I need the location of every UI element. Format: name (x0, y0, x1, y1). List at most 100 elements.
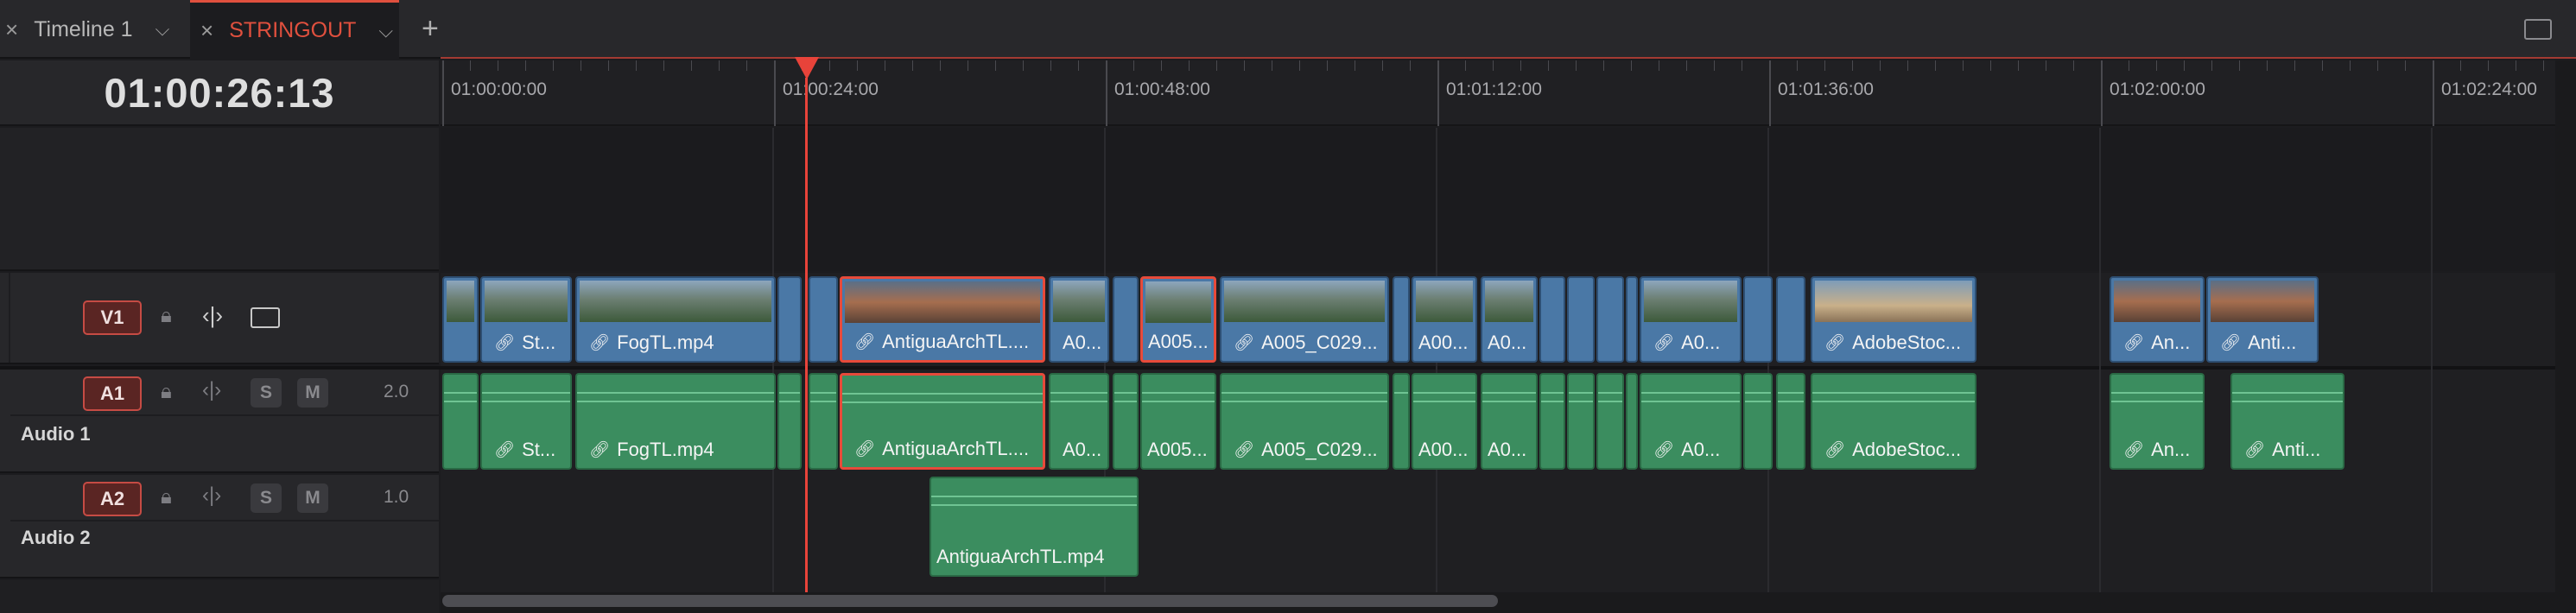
clip-thumbnail (1145, 281, 1211, 323)
ruler-minor-tick (1465, 60, 1466, 71)
lane-a2[interactable] (441, 475, 2557, 592)
clip-thumbnail (1485, 281, 1533, 322)
ruler-label: 01:01:36:00 (1778, 79, 1874, 99)
timeline-empty-track-area[interactable] (441, 128, 2557, 271)
audio-clip[interactable] (1567, 373, 1595, 470)
video-clip[interactable] (1743, 276, 1773, 363)
video-clip[interactable] (777, 276, 802, 363)
audio-clip[interactable]: 🔗︎ A0... (1640, 373, 1742, 470)
clip-label: 🔗︎ A0... (1653, 332, 1721, 353)
track-badge-a2[interactable]: A2 (83, 482, 142, 516)
chevron-down-icon[interactable]: ⌵ (378, 20, 393, 42)
horizontal-scrollbar-thumb[interactable] (442, 595, 1498, 607)
ruler-minor-tick (1963, 60, 1964, 71)
solo-button[interactable]: S (251, 483, 282, 513)
audio-clip[interactable]: 🔗︎ Anti... (2230, 373, 2344, 470)
ruler-minor-tick (2488, 60, 2489, 71)
grid-line (2431, 128, 2433, 592)
clip-label: 🔗︎ An... (2123, 439, 2191, 460)
audio-clip[interactable] (1776, 373, 1805, 470)
video-clip[interactable] (1113, 276, 1139, 363)
audio-clip[interactable] (1743, 373, 1773, 470)
video-clip[interactable]: A0... (1481, 276, 1538, 363)
video-clip[interactable]: 🔗︎ AdobeStoc... (1811, 276, 1976, 363)
ruler-minor-tick (1631, 60, 1632, 71)
track-name[interactable]: Audio 1 (21, 423, 91, 446)
ruler-major-tick (774, 60, 776, 126)
close-icon[interactable]: × (200, 17, 213, 44)
auto-select-icon[interactable]: ‹|› (202, 378, 221, 402)
video-clip[interactable]: 🔗︎ A005_C029... (1220, 276, 1389, 363)
timeline-ruler[interactable]: 01:00:00:00 01:00:24:00 01:00:48:00 01:0… (441, 60, 2576, 126)
track-badge-a1[interactable]: A1 (83, 376, 142, 411)
ruler-major-tick (2101, 60, 2103, 126)
solo-button[interactable]: S (251, 378, 282, 408)
ruler-major-tick (1769, 60, 1771, 126)
audio-clip[interactable] (1539, 373, 1565, 470)
ruler-label: 01:00:48:00 (1114, 79, 1210, 99)
video-clip[interactable]: 🔗︎ A0... (1640, 276, 1742, 363)
playhead-line[interactable] (805, 78, 808, 592)
tab-stringout[interactable]: × STRINGOUT ⌵ (190, 0, 399, 59)
film-strip-icon[interactable] (251, 307, 280, 328)
link-icon: 🔗︎ (854, 333, 876, 351)
video-clip-selected[interactable]: 🔗︎ AntiguaArchTL.... (840, 276, 1045, 363)
clip-thumbnail (1053, 281, 1105, 322)
video-clip[interactable]: 🔗︎ An... (2110, 276, 2205, 363)
ruler-minor-tick (1907, 60, 1908, 71)
track-header-v1[interactable]: V1 🔒︎ ‹|› (0, 273, 439, 364)
auto-select-icon[interactable]: ‹|› (202, 302, 223, 329)
audio-clip[interactable] (809, 373, 838, 470)
audio-clip[interactable]: 🔗︎ FogTL.mp4 (575, 373, 776, 470)
close-icon[interactable]: × (5, 16, 18, 43)
video-clip[interactable] (1626, 276, 1638, 363)
video-clip[interactable] (1567, 276, 1595, 363)
audio-clip[interactable]: A005... (1140, 373, 1216, 470)
audio-clip[interactable]: A0... (1049, 373, 1109, 470)
audio-clip[interactable]: 🔗︎ AdobeStoc... (1811, 373, 1976, 470)
audio-clip[interactable] (1393, 373, 1410, 470)
audio-clip[interactable]: 🔗︎ St... (480, 373, 572, 470)
video-clip[interactable] (1776, 276, 1805, 363)
track-badge-v1[interactable]: V1 (83, 300, 142, 335)
video-clip[interactable]: A0... (1049, 276, 1109, 363)
audio-clip-selected[interactable]: 🔗︎ AntiguaArchTL.... (840, 373, 1045, 470)
mute-button[interactable]: M (297, 378, 328, 408)
playhead-handle[interactable] (795, 57, 819, 79)
audio-clip[interactable] (1626, 373, 1638, 470)
track-header-a2[interactable]: A2 🔒︎ ‹|› S M 1.0 Audio 2 (0, 475, 439, 578)
audio-clip[interactable]: 🔗︎ An... (2110, 373, 2205, 470)
audio-clip[interactable] (442, 373, 479, 470)
clip-thumbnail (485, 281, 568, 322)
audio-clip[interactable] (777, 373, 802, 470)
lock-icon[interactable]: 🔒︎ (161, 485, 172, 509)
chevron-down-icon[interactable]: ⌵ (155, 18, 170, 41)
video-clip[interactable] (1539, 276, 1565, 363)
add-tab-button[interactable]: + (422, 12, 439, 46)
vertical-scrollbar[interactable] (2555, 60, 2576, 592)
video-clip-selected[interactable]: A005... (1140, 276, 1216, 363)
video-clip[interactable]: 🔗︎ Anti... (2206, 276, 2319, 363)
video-clip[interactable] (1596, 276, 1624, 363)
video-clip[interactable] (1393, 276, 1410, 363)
audio-clip[interactable]: AntiguaArchTL.mp4 (930, 477, 1139, 577)
video-clip[interactable] (809, 276, 838, 363)
audio-clip[interactable]: A00... (1412, 373, 1477, 470)
audio-clip[interactable] (1596, 373, 1624, 470)
tab-timeline-1[interactable]: × Timeline 1 ⌵ (0, 0, 188, 59)
video-clip[interactable]: 🔗︎ FogTL.mp4 (575, 276, 776, 363)
auto-select-icon[interactable]: ‹|› (202, 483, 221, 508)
audio-clip[interactable]: 🔗︎ A005_C029... (1220, 373, 1389, 470)
mute-button[interactable]: M (297, 483, 328, 513)
track-name[interactable]: Audio 2 (21, 527, 91, 549)
audio-clip[interactable]: A0... (1481, 373, 1538, 470)
audio-clip[interactable] (1113, 373, 1139, 470)
track-header-a1[interactable]: A1 🔒︎ ‹|› S M 2.0 Audio 1 (0, 370, 439, 473)
ruler-minor-tick (1824, 60, 1825, 71)
video-clip[interactable]: 🔗︎ St... (480, 276, 572, 363)
window-layout-icon[interactable] (2524, 19, 2552, 40)
lock-icon[interactable]: 🔒︎ (161, 380, 172, 404)
video-clip[interactable] (442, 276, 479, 363)
video-clip[interactable]: A00... (1412, 276, 1477, 363)
lock-icon[interactable]: 🔒︎ (161, 304, 172, 328)
